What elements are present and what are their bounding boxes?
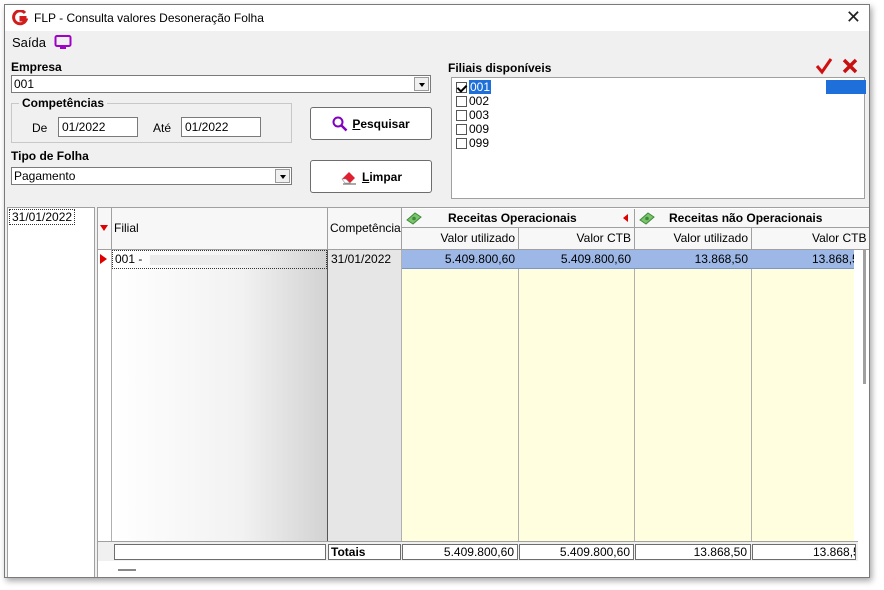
filial-column-background [112, 228, 328, 541]
sort-indicator-icon [100, 225, 108, 231]
search-icon [332, 116, 348, 131]
clear-button-mnemonic: L [361, 169, 370, 184]
cell-competencia[interactable]: 31/01/2022 [328, 250, 401, 269]
total-nonop-utilizado: 13.868,50 [635, 544, 751, 560]
branch-item-099[interactable]: 099 [456, 136, 489, 150]
total-nonop-ctb: 13.868,50 [752, 544, 856, 560]
periods-group-title: Competências [19, 96, 108, 110]
payroll-type-value: Pagamento [14, 169, 76, 183]
search-button-label: esquisar [360, 116, 410, 131]
branch-code: 099 [469, 136, 490, 150]
cell-filial: 001 - [115, 252, 143, 266]
results-grid: Filial Competência Receitas Operacionais… [97, 207, 869, 577]
column-header-competencia[interactable]: Competência [328, 208, 402, 250]
company-value: 001 [14, 77, 35, 91]
totals-label: Totais [328, 544, 401, 560]
branch-item-002[interactable]: 002 [456, 94, 489, 108]
to-period-input[interactable]: 01/2022 [181, 117, 261, 137]
cell-op-utilizado[interactable]: 5.409.800,60 [402, 250, 518, 269]
branch-item-001[interactable]: 001 [456, 80, 492, 94]
clear-button-label: impar [369, 169, 403, 184]
branch-checkbox[interactable] [456, 137, 467, 149]
search-button-mnemonic: P [352, 116, 361, 131]
branch-code: 003 [469, 108, 490, 122]
column-header-nonop-ctb[interactable]: Valor CTB [752, 228, 869, 250]
grid-line [327, 250, 328, 541]
company-dropdown-arrow[interactable] [414, 77, 429, 91]
grid-line [634, 250, 635, 541]
branch-code: 009 [469, 122, 490, 136]
menu-bar: Saída [5, 31, 869, 53]
periods-list: 31/01/2022 [7, 207, 95, 577]
to-label: Até [153, 121, 172, 135]
table-row-filial[interactable]: 001 - [112, 250, 327, 269]
branch-checkbox[interactable] [456, 95, 467, 107]
branch-code: 001 [469, 80, 492, 94]
grid-line [518, 250, 519, 541]
redacted-name [149, 254, 270, 265]
company-label: Empresa [11, 60, 62, 74]
clear-button[interactable]: Limpar [310, 160, 432, 193]
group-header-non-operating[interactable]: Receitas não Operacionais [635, 209, 869, 228]
values-area [402, 250, 854, 541]
grid-line [751, 250, 752, 541]
total-op-utilizado: 5.409.800,60 [402, 544, 518, 560]
totals-row: Totais 5.409.800,60 5.409.800,60 13.868,… [98, 541, 858, 561]
group-header-operating-label: Receitas Operacionais [448, 211, 577, 225]
grid-line [401, 250, 402, 541]
group-header-operating[interactable]: Receitas Operacionais [402, 209, 635, 228]
from-period-input[interactable]: 01/2022 [58, 117, 138, 137]
branches-list: 001 002 003 009 099 [451, 77, 866, 199]
window-title: FLP - Consulta valores Desoneração Folha [34, 11, 264, 25]
vertical-scrollbar[interactable] [863, 250, 866, 384]
money-icon [639, 212, 655, 225]
branch-checkbox[interactable] [456, 123, 467, 135]
cell-op-ctb[interactable]: 5.409.800,60 [519, 250, 634, 269]
grid-line [111, 250, 112, 541]
eraser-icon [341, 171, 356, 184]
branch-selection-bar [826, 80, 866, 94]
column-header-nonop-utilizado[interactable]: Valor utilizado [635, 228, 752, 250]
horizontal-scrollbar[interactable] [118, 569, 136, 571]
branch-checkbox[interactable] [456, 81, 467, 93]
cell-nonop-ctb[interactable]: 13.868,50 [752, 250, 854, 269]
column-header-op-ctb[interactable]: Valor CTB [519, 228, 635, 250]
monitor-icon[interactable] [54, 34, 72, 50]
search-button[interactable]: Pesquisar [310, 107, 432, 140]
branches-label: Filiais disponíveis [448, 61, 552, 75]
payroll-type-dropdown-arrow[interactable] [275, 169, 290, 183]
collapse-left-icon[interactable] [623, 214, 628, 222]
money-icon [406, 212, 422, 225]
from-label: De [32, 121, 48, 135]
group-header-non-operating-label: Receitas não Operacionais [669, 211, 823, 225]
totals-filial-box [114, 544, 326, 560]
column-header-op-utilizado[interactable]: Valor utilizado [402, 228, 519, 250]
menu-exit[interactable]: Saída [12, 35, 46, 50]
payroll-type-select[interactable]: Pagamento [11, 167, 292, 185]
uncheck-all-icon[interactable] [841, 57, 859, 75]
check-all-icon[interactable] [815, 57, 833, 75]
app-logo-icon [12, 10, 28, 26]
app-window: FLP - Consulta valores Desoneração Folha… [4, 4, 870, 578]
company-select[interactable]: 001 [11, 75, 431, 93]
branch-checkbox[interactable] [456, 109, 467, 121]
branch-item-003[interactable]: 003 [456, 108, 489, 122]
current-row-indicator-icon [100, 254, 107, 264]
column-header-filial[interactable]: Filial [112, 208, 328, 250]
branch-code: 002 [469, 94, 490, 108]
title-bar: FLP - Consulta valores Desoneração Folha… [5, 5, 869, 31]
close-button[interactable]: ✕ [846, 7, 861, 27]
competencia-column-background [328, 250, 402, 541]
payroll-type-label: Tipo de Folha [11, 149, 89, 163]
branch-item-009[interactable]: 009 [456, 122, 489, 136]
cell-nonop-utilizado[interactable]: 13.868,50 [635, 250, 751, 269]
period-list-item[interactable]: 31/01/2022 [9, 209, 76, 225]
total-op-ctb: 5.409.800,60 [519, 544, 634, 560]
